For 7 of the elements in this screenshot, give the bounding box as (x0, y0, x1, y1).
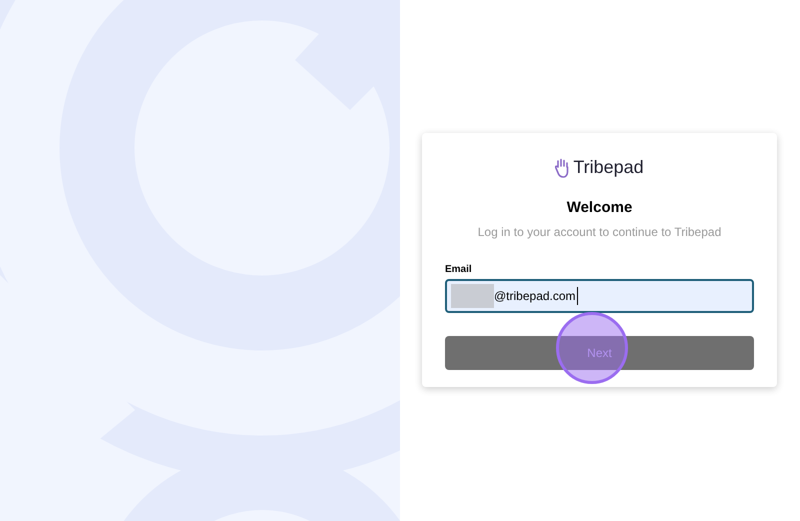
email-value: @tribepad.com (494, 286, 578, 304)
subtitle-text: Log in to your account to continue to Tribepad (478, 224, 722, 240)
brand-logo: Tribepad (573, 156, 644, 179)
email-field[interactable]: @tribepad.com (445, 278, 754, 312)
email-label: Email (445, 262, 473, 276)
hand-icon (555, 158, 570, 178)
welcome-heading: Welcome (566, 198, 632, 218)
